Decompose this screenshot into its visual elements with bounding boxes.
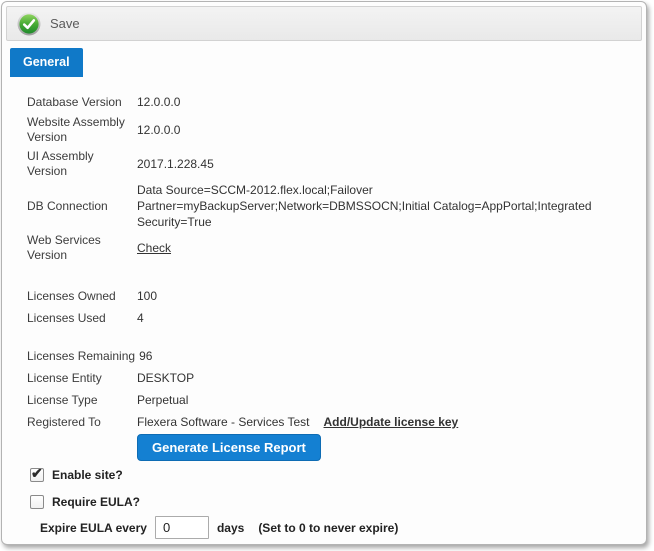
field-web-services-version: Web Services Version Check [27,232,642,264]
expire-eula-row: Expire EULA every days (Set to 0 to neve… [40,516,642,539]
field-label: Registered To [27,415,137,430]
expire-eula-label: Expire EULA every [40,521,147,535]
field-value: 2017.1.228.45 [137,156,214,172]
field-label: Licenses Used [27,311,137,326]
button-row: Generate License Report [137,434,642,461]
enable-site-checkbox[interactable] [30,468,44,482]
add-update-license-key-link[interactable]: Add/Update license key [324,415,459,429]
require-eula-label: Require EULA? [52,495,140,509]
section-gap [27,266,642,286]
field-licenses-owned: Licenses Owned 100 [27,286,642,306]
field-label: UI Assembly Version [27,149,137,179]
field-db-connection: DB Connection Data Source=SCCM-2012.flex… [27,182,642,230]
section-gap [27,330,642,346]
save-label: Save [50,16,80,31]
section-gap [27,509,642,516]
field-licenses-used: Licenses Used 4 [27,308,642,328]
field-value: 12.0.0.0 [137,94,180,110]
field-value: Data Source=SCCM-2012.flex.local;Failove… [137,182,637,230]
save-check-icon [17,12,41,36]
field-label: License Type [27,393,137,408]
field-label: License Entity [27,371,137,386]
enable-site-row: Enable site? [30,468,642,482]
field-database-version: Database Version 12.0.0.0 [27,92,642,112]
field-registered-to: Registered To Flexera Software - Service… [27,412,642,432]
field-label: Licenses Remaining [27,349,139,364]
field-value: Flexera Software - Services Test [137,414,310,430]
field-value: DESKTOP [137,370,194,386]
site-settings-panel: Save General Database Version 12.0.0.0 W… [1,1,647,545]
expire-hint-label: (Set to 0 to never expire) [258,521,398,535]
field-label: Licenses Owned [27,289,137,304]
days-label: days [217,521,244,535]
section-gap [27,482,642,495]
section-gap [27,461,642,468]
field-value: 4 [137,310,144,326]
tab-general[interactable]: General [10,48,83,77]
field-label: Database Version [27,95,137,110]
tab-bar: General [6,48,642,76]
enable-site-label: Enable site? [52,468,123,482]
field-licenses-remaining: Licenses Remaining 96 [27,346,642,366]
check-link[interactable]: Check [137,241,171,255]
field-ui-assembly-version: UI Assembly Version 2017.1.228.45 [27,148,642,180]
field-value: 12.0.0.0 [137,122,180,138]
require-eula-checkbox[interactable] [30,495,44,509]
save-button[interactable]: Save [17,12,80,36]
field-website-assembly-version: Website Assembly Version 12.0.0.0 [27,114,642,146]
field-value: Perpetual [137,392,188,408]
field-label: DB Connection [27,199,137,214]
field-label: Web Services Version [27,233,137,263]
generate-license-report-button[interactable]: Generate License Report [137,434,321,461]
expire-eula-days-input[interactable] [155,516,209,539]
field-license-entity: License Entity DESKTOP [27,368,642,388]
require-eula-row: Require EULA? [30,495,642,509]
field-license-type: License Type Perpetual [27,390,642,410]
toolbar: Save [6,6,642,41]
field-value: 100 [137,288,157,304]
field-value: 96 [139,348,152,364]
general-settings-form: Database Version 12.0.0.0 Website Assemb… [6,76,642,539]
field-label: Website Assembly Version [27,115,137,145]
